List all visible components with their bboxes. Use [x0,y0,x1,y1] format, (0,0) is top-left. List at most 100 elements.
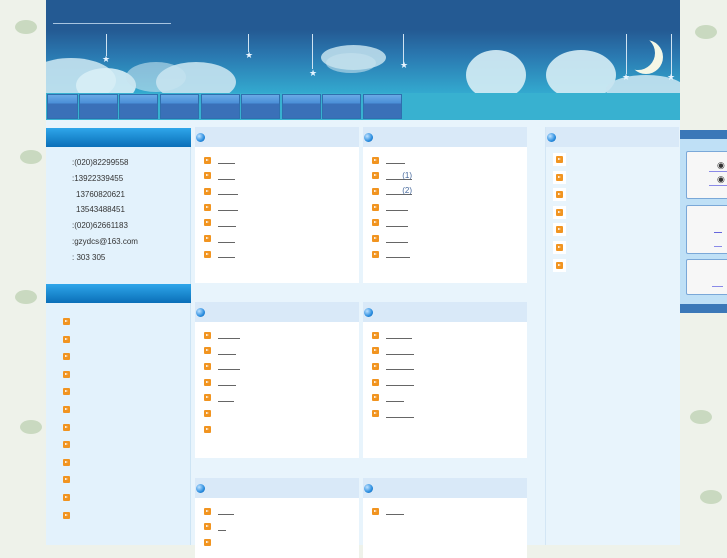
nav-item[interactable] [79,94,118,119]
right-list-item[interactable] [553,205,566,219]
item-link[interactable] [218,203,238,212]
arrow-bullet-icon [63,318,70,325]
nav-item[interactable] [160,94,199,119]
right-list-item[interactable] [553,241,566,254]
category-item[interactable] [60,385,73,398]
item-link[interactable] [386,410,414,418]
item-link[interactable] [218,523,226,531]
contact-header-bar [46,128,191,147]
list-item [204,248,235,260]
item-link[interactable] [386,219,408,227]
nav-item[interactable] [47,94,78,119]
arrow-bullet-icon [204,187,211,195]
nav-item[interactable] [363,94,402,119]
arrow-bullet-icon [204,219,211,227]
list-item [372,408,414,420]
list-item [204,329,240,341]
item-link[interactable] [386,235,408,243]
right-list-item[interactable] [553,223,566,237]
category-item[interactable] [60,473,73,486]
category-item[interactable] [60,491,73,504]
panel-header [195,127,359,147]
arrow-bullet-icon [372,187,379,195]
arrow-bullet-icon [204,156,211,164]
item-link[interactable] [386,250,410,259]
item-link[interactable] [218,172,235,180]
ball-icon [547,133,556,142]
item-link[interactable] [386,203,408,212]
nav-item[interactable] [282,94,321,119]
category-item[interactable] [60,403,73,416]
category-item[interactable] [60,438,73,451]
right-list-item[interactable] [553,188,566,202]
item-link[interactable] [218,347,236,355]
item-link[interactable] [386,362,414,371]
item-link[interactable] [386,156,405,164]
category-item[interactable] [60,333,73,346]
category-item[interactable] [60,368,73,381]
category-item[interactable] [60,315,73,328]
right-list-item[interactable] [553,258,566,272]
item-link[interactable] [218,187,238,196]
item-link[interactable]: (2) [386,187,412,196]
holly-decoration [15,20,37,34]
item-link[interactable] [386,507,404,515]
contact-line: : 303 305 [72,252,106,262]
holly-decoration [690,410,712,424]
list-item [204,505,234,517]
item-link[interactable] [218,235,235,243]
arrow-bullet-icon [63,423,70,431]
arrow-bullet-icon [372,410,379,417]
arrow-bullet-icon [204,394,211,402]
contact-link[interactable] [712,286,723,287]
item-link[interactable] [218,507,234,515]
item-link[interactable] [218,331,240,339]
list-item [204,217,236,229]
item-link[interactable]: (1) [386,171,412,180]
item-link[interactable] [386,331,412,339]
arrow-bullet-icon [556,156,563,163]
right-sidebar [545,127,679,545]
holly-decoration [15,290,37,304]
list-item [372,217,408,229]
arrow-bullet-icon [63,476,70,484]
item-link[interactable] [218,250,235,259]
qq-link[interactable] [709,185,727,186]
content-panel: (1) (2) [363,127,527,283]
right-list-item[interactable] [553,170,566,184]
holly-decoration [695,25,717,39]
nav-item[interactable] [322,94,361,119]
contact-link[interactable] [714,246,722,247]
nav-item[interactable] [241,94,280,119]
header-banner: ★ ★ ★ ★ ★ ★ [46,0,680,93]
contact-link[interactable] [714,232,722,233]
qq-link[interactable] [709,171,727,172]
list-item [372,360,414,372]
arrow-bullet-icon [556,191,563,199]
arrow-bullet-icon [204,347,211,355]
site-title[interactable] [53,23,171,24]
item-link[interactable] [218,362,240,371]
right-list-item[interactable] [553,153,566,166]
item-link[interactable] [218,219,236,227]
item-link[interactable] [218,394,234,402]
item-link[interactable] [386,378,414,387]
category-item[interactable] [60,456,73,469]
category-item[interactable] [60,509,73,522]
category-item[interactable] [60,421,73,434]
item-link[interactable] [218,156,235,164]
panel-header [363,127,527,147]
list-item [204,233,235,245]
item-link[interactable] [386,347,414,355]
nav-item[interactable] [201,94,240,119]
arrow-bullet-icon [204,425,211,433]
item-link[interactable] [386,394,404,402]
contact-box [686,259,727,295]
contact-line: :13922339455 [72,173,124,183]
list-item [204,376,236,388]
panel-header [363,478,527,498]
category-item[interactable] [60,350,73,363]
item-link[interactable] [218,378,236,387]
arrow-bullet-icon [204,523,211,531]
nav-item[interactable] [119,94,158,119]
